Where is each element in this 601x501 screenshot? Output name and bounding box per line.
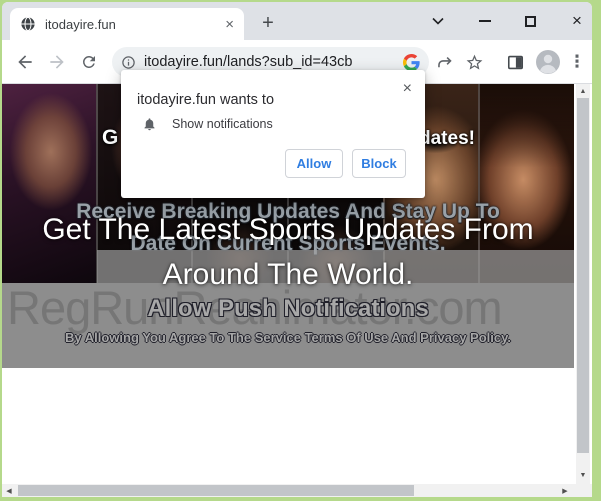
page-headline: Get The Latest Sports Updates From Aroun… <box>2 207 574 297</box>
vertical-scrollbar[interactable]: ▲ ▼ <box>576 84 590 484</box>
vertical-scrollbar-thumb[interactable] <box>577 98 589 453</box>
tab-close-icon[interactable]: × <box>225 17 234 32</box>
scroll-down-arrow-icon[interactable]: ▼ <box>576 468 590 482</box>
scroll-up-arrow-icon[interactable]: ▲ <box>576 84 590 98</box>
dialog-origin-text: itodayire.fun wants to <box>137 92 274 108</box>
horizontal-scrollbar-thumb[interactable] <box>18 485 414 496</box>
background-text-fragment: dates! <box>419 128 475 150</box>
bell-icon <box>142 116 157 132</box>
horizontal-scrollbar[interactable]: ◀ ▶ <box>2 484 576 497</box>
page-info-icon[interactable] <box>121 55 136 70</box>
dialog-close-icon[interactable]: × <box>403 81 412 97</box>
permission-label: Show notifications <box>172 117 273 131</box>
dialog-buttons: Allow Block <box>285 149 406 178</box>
google-g-icon[interactable] <box>403 54 420 71</box>
notification-permission-dialog: × itodayire.fun wants to Show notificati… <box>121 70 425 198</box>
scroll-right-arrow-icon[interactable]: ▶ <box>558 484 572 497</box>
tab-itodayire[interactable]: itodayire.fun × <box>10 8 244 40</box>
allow-button[interactable]: Allow <box>285 149 343 178</box>
headline-line2: Around The World. <box>2 252 574 297</box>
headline-line1: Get The Latest Sports Updates From <box>2 207 574 252</box>
globe-favicon-icon <box>20 16 36 32</box>
push-terms: By Allowing You Agree To The Service Ter… <box>2 330 574 345</box>
block-button[interactable]: Block <box>352 149 406 178</box>
window-maximize-button[interactable] <box>512 2 548 40</box>
bookmark-star-icon[interactable] <box>459 47 489 77</box>
tab-title: itodayire.fun <box>45 17 225 32</box>
screenshot-frame: itodayire.fun × + × <box>0 0 601 501</box>
new-tab-button[interactable]: + <box>254 9 282 37</box>
window-minimize-button[interactable] <box>467 2 503 40</box>
background-text-fragment: G <box>102 126 118 150</box>
window-chevron-down-icon[interactable] <box>420 2 456 40</box>
scrollbar-corner <box>576 484 592 497</box>
push-title: Allow Push Notifications <box>2 295 574 323</box>
permission-row: Show notifications <box>142 116 273 132</box>
reload-button[interactable] <box>74 47 104 77</box>
scroll-left-arrow-icon[interactable]: ◀ <box>2 484 16 497</box>
menu-dots-icon[interactable]: ⋮ <box>564 47 590 77</box>
forward-button[interactable] <box>42 47 72 77</box>
profile-avatar[interactable] <box>535 49 561 75</box>
tab-strip: itodayire.fun × + × <box>2 2 592 40</box>
side-panel-icon[interactable] <box>500 47 530 77</box>
back-button[interactable] <box>10 47 40 77</box>
window-close-button[interactable]: × <box>559 2 592 40</box>
share-icon[interactable] <box>429 47 459 77</box>
url-text[interactable]: itodayire.fun/lands?sub_id=43cb <box>144 54 403 70</box>
browser-window: itodayire.fun × + × <box>2 2 592 497</box>
